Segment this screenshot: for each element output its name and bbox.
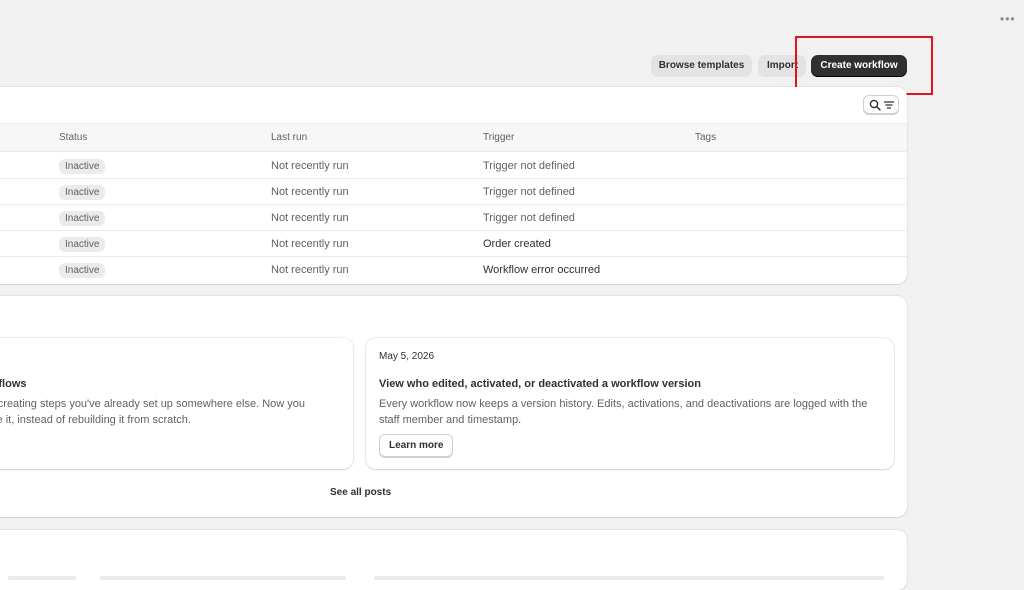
post-title: rkflows [0,378,27,390]
news-card: rkflows recreating steps you've already … [0,296,907,517]
trigger-cell: Trigger not defined [483,186,575,198]
last-run-cell: Not recently run [271,212,349,224]
news-post-card[interactable]: May 5, 2026 View who edited, activated, … [366,338,894,469]
trigger-cell: Trigger not defined [483,212,575,224]
last-run-cell: Not recently run [271,160,349,172]
browse-templates-button[interactable]: Browse templates [651,55,752,77]
table-row[interactable]: Inactive Not recently run Order created [0,231,907,257]
post-body: Every workflow now keeps a version histo… [379,398,868,426]
more-actions-icon[interactable]: ••• [1000,12,1018,26]
see-all-posts-link[interactable]: See all posts [330,487,391,498]
trigger-cell: Order created [483,238,551,250]
table-row[interactable]: Inactive Not recently run Trigger not de… [0,179,907,205]
status-badge: Inactive [59,211,106,226]
table-row[interactable]: Inactive Not recently run Trigger not de… [0,153,907,179]
news-post-card[interactable]: rkflows recreating steps you've already … [0,338,353,469]
content-placeholder [8,576,76,580]
status-badge: Inactive [59,263,106,278]
trigger-cell: Workflow error occurred [483,264,601,276]
post-date: May 5, 2026 [379,351,435,362]
column-last-run[interactable]: Last run [271,132,307,143]
content-placeholder [100,576,346,580]
learn-more-button[interactable]: Learn more [379,434,454,457]
column-trigger[interactable]: Trigger [483,132,514,143]
column-status[interactable]: Status [59,132,87,143]
content-placeholder [374,576,884,580]
post-body: recreating steps you've already set up s… [0,398,305,426]
filter-lines-icon [884,101,894,109]
bottom-card [0,530,907,590]
workflows-table-card: Status Last run Trigger Tags Inactive No… [0,87,907,284]
search-filter-button[interactable] [863,95,899,114]
last-run-cell: Not recently run [271,238,349,250]
post-title: View who edited, activated, or deactivat… [379,378,701,390]
status-badge: Inactive [59,185,106,200]
table-row[interactable]: Inactive Not recently run Trigger not de… [0,205,907,231]
status-badge: Inactive [59,237,106,252]
last-run-cell: Not recently run [271,186,349,198]
last-run-cell: Not recently run [271,264,349,276]
column-tags[interactable]: Tags [695,132,716,143]
status-badge: Inactive [59,159,106,174]
search-icon [869,99,881,111]
trigger-cell: Trigger not defined [483,160,575,172]
table-row[interactable]: Inactive Not recently run Workflow error… [0,257,907,283]
table-header: Status Last run Trigger Tags [0,123,907,152]
